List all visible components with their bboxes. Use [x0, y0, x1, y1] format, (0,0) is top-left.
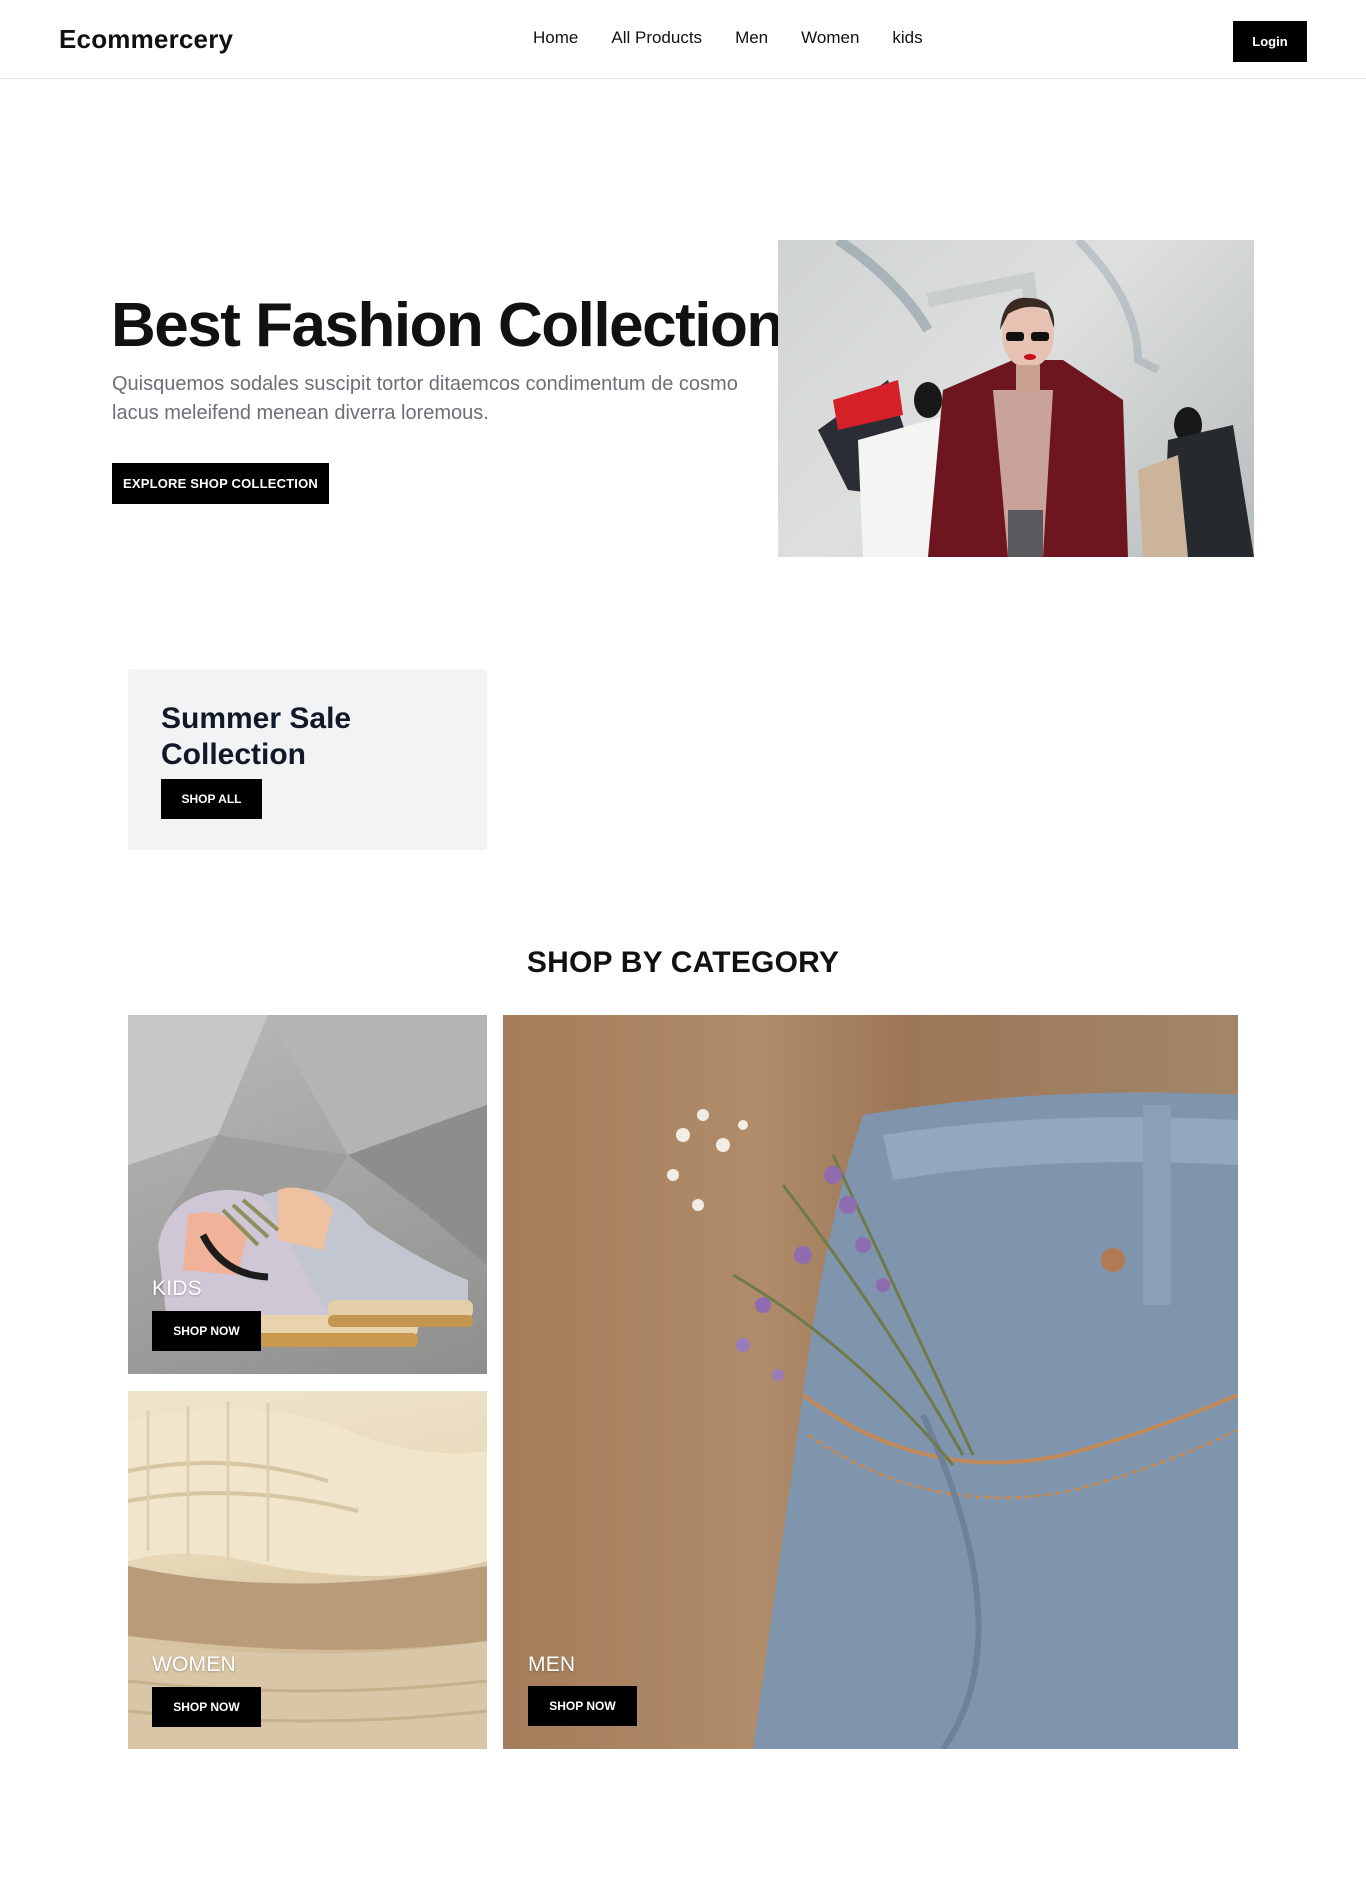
- kids-shop-now-button[interactable]: SHOP NOW: [152, 1311, 261, 1351]
- login-button[interactable]: Login: [1233, 21, 1307, 62]
- category-tile-women[interactable]: WOMEN SHOP NOW: [128, 1391, 487, 1749]
- men-label: MEN: [528, 1653, 576, 1676]
- nav-men[interactable]: Men: [735, 28, 768, 48]
- summer-sale-title: Summer Sale Collection: [161, 702, 352, 771]
- men-category-image: [667, 1092, 1238, 1749]
- site-header: Ecommercery Home All Products Men Women …: [0, 0, 1366, 79]
- kids-label: KIDS: [152, 1277, 202, 1300]
- hero-subtitle: Quisquemos sodales suscipit tortor ditae…: [112, 373, 738, 424]
- main-nav: Home All Products Men Women kids: [533, 28, 956, 48]
- nav-kids[interactable]: kids: [892, 28, 922, 48]
- shop-by-category-heading: SHOP BY CATEGORY: [526, 946, 840, 979]
- category-tile-men[interactable]: MEN SHOP NOW: [503, 1015, 1238, 1749]
- women-shop-now-button[interactable]: SHOP NOW: [152, 1687, 261, 1727]
- women-label: WOMEN: [152, 1653, 236, 1676]
- shop-all-button[interactable]: SHOP ALL: [161, 779, 262, 819]
- summer-sale-card: Summer Sale Collection SHOP ALL: [128, 669, 487, 850]
- nav-all-products[interactable]: All Products: [611, 28, 702, 48]
- brand-logo[interactable]: Ecommercery: [59, 24, 233, 55]
- explore-collection-button[interactable]: EXPLORE SHOP COLLECTION: [112, 463, 329, 504]
- men-shop-now-button[interactable]: SHOP NOW: [528, 1686, 637, 1726]
- nav-home[interactable]: Home: [533, 28, 578, 48]
- nav-women[interactable]: Women: [801, 28, 859, 48]
- hero-title: Best Fashion Collection: [111, 291, 784, 360]
- category-tile-kids[interactable]: KIDS SHOP NOW: [128, 1015, 487, 1374]
- hero-image: [778, 240, 1254, 557]
